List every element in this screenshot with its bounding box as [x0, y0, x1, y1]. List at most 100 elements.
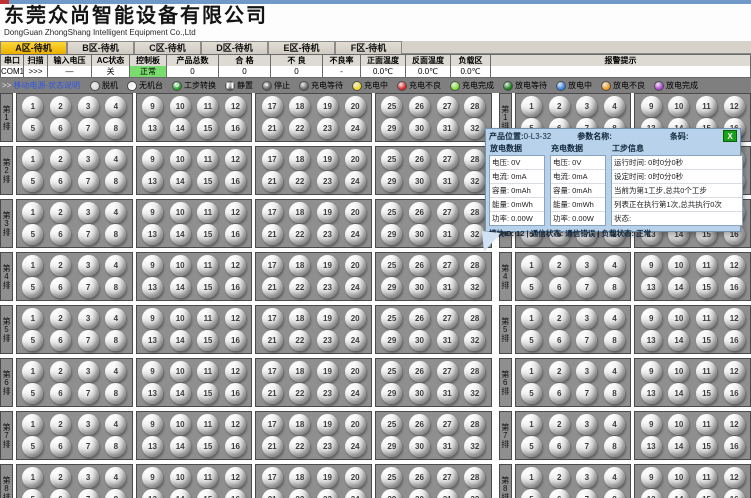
battery-slot[interactable]: 5	[22, 224, 43, 245]
battery-slot[interactable]: 28	[464, 96, 485, 117]
battery-slot[interactable]: 8	[105, 436, 126, 457]
battery-slot[interactable]: 1	[521, 255, 542, 276]
battery-slot[interactable]: 23	[317, 224, 338, 245]
battery-slot[interactable]: 3	[576, 361, 597, 382]
battery-slot[interactable]: 25	[381, 308, 402, 329]
battery-slot[interactable]: 12	[225, 96, 246, 117]
battery-slot[interactable]: 25	[381, 361, 402, 382]
battery-slot[interactable]: 3	[576, 255, 597, 276]
battery-slot[interactable]: 12	[225, 467, 246, 488]
battery-slot[interactable]: 23	[317, 436, 338, 457]
battery-slot[interactable]: 25	[381, 149, 402, 170]
battery-slot[interactable]: 20	[345, 149, 366, 170]
battery-slot[interactable]: 32	[464, 330, 485, 351]
battery-slot[interactable]: 9	[641, 255, 662, 276]
battery-slot[interactable]: 11	[696, 414, 717, 435]
battery-slot[interactable]: 31	[437, 436, 458, 457]
battery-slot[interactable]: 8	[604, 383, 625, 404]
battery-slot[interactable]: 9	[142, 202, 163, 223]
battery-slot[interactable]: 11	[197, 202, 218, 223]
battery-slot[interactable]: 7	[576, 489, 597, 498]
battery-slot[interactable]: 18	[289, 202, 310, 223]
battery-slot[interactable]: 19	[317, 255, 338, 276]
battery-slot[interactable]: 6	[50, 171, 71, 192]
battery-slot[interactable]: 30	[409, 383, 430, 404]
battery-slot[interactable]: 31	[437, 171, 458, 192]
battery-slot[interactable]: 1	[521, 96, 542, 117]
battery-slot[interactable]: 30	[409, 436, 430, 457]
battery-slot[interactable]: 31	[437, 330, 458, 351]
battery-slot[interactable]: 3	[78, 96, 99, 117]
battery-slot[interactable]: 21	[262, 224, 283, 245]
battery-slot[interactable]: 3	[576, 308, 597, 329]
battery-slot[interactable]: 4	[604, 361, 625, 382]
battery-slot[interactable]: 5	[521, 436, 542, 457]
battery-slot[interactable]: 14	[170, 118, 191, 139]
battery-slot[interactable]: 17	[262, 467, 283, 488]
battery-slot[interactable]: 13	[641, 277, 662, 298]
battery-slot[interactable]: 3	[78, 361, 99, 382]
battery-slot[interactable]: 8	[105, 383, 126, 404]
battery-slot[interactable]: 2	[50, 96, 71, 117]
battery-slot[interactable]: 29	[381, 436, 402, 457]
battery-slot[interactable]: 16	[225, 118, 246, 139]
battery-slot[interactable]: 1	[22, 361, 43, 382]
battery-slot[interactable]: 1	[521, 361, 542, 382]
battery-slot[interactable]: 4	[105, 255, 126, 276]
battery-slot[interactable]: 3	[78, 255, 99, 276]
battery-slot[interactable]: 1	[22, 96, 43, 117]
battery-slot[interactable]: 16	[225, 224, 246, 245]
battery-slot[interactable]: 4	[604, 414, 625, 435]
battery-slot[interactable]: 6	[50, 489, 71, 498]
battery-slot[interactable]: 30	[409, 118, 430, 139]
battery-slot[interactable]: 9	[142, 96, 163, 117]
battery-slot[interactable]: 19	[317, 149, 338, 170]
battery-slot[interactable]: 20	[345, 361, 366, 382]
battery-slot[interactable]: 20	[345, 255, 366, 276]
battery-slot[interactable]: 26	[409, 467, 430, 488]
battery-slot[interactable]: 5	[22, 489, 43, 498]
battery-slot[interactable]: 3	[78, 414, 99, 435]
battery-slot[interactable]: 7	[78, 436, 99, 457]
battery-slot[interactable]: 11	[197, 149, 218, 170]
battery-slot[interactable]: 6	[50, 277, 71, 298]
battery-slot[interactable]: 27	[437, 361, 458, 382]
battery-slot[interactable]: 24	[345, 171, 366, 192]
battery-slot[interactable]: 1	[22, 414, 43, 435]
battery-slot[interactable]: 10	[170, 361, 191, 382]
battery-slot[interactable]: 1	[22, 149, 43, 170]
tab-zone-E[interactable]: E区-待机	[268, 41, 335, 54]
tab-zone-F[interactable]: F区-待机	[335, 41, 402, 54]
battery-slot[interactable]: 9	[641, 308, 662, 329]
battery-slot[interactable]: 3	[78, 467, 99, 488]
battery-slot[interactable]: 16	[724, 277, 745, 298]
battery-slot[interactable]: 4	[105, 414, 126, 435]
battery-slot[interactable]: 13	[641, 436, 662, 457]
battery-slot[interactable]: 21	[262, 171, 283, 192]
battery-slot[interactable]: 27	[437, 308, 458, 329]
battery-slot[interactable]: 21	[262, 489, 283, 498]
battery-slot[interactable]: 13	[142, 118, 163, 139]
battery-slot[interactable]: 8	[105, 224, 126, 245]
tab-zone-A[interactable]: A区-待机	[0, 41, 67, 54]
battery-slot[interactable]: 12	[724, 96, 745, 117]
battery-slot[interactable]: 9	[142, 308, 163, 329]
battery-slot[interactable]: 15	[696, 277, 717, 298]
battery-slot[interactable]: 16	[724, 330, 745, 351]
battery-slot[interactable]: 11	[696, 308, 717, 329]
battery-slot[interactable]: 1	[521, 467, 542, 488]
battery-slot[interactable]: 15	[197, 330, 218, 351]
battery-slot[interactable]: 22	[289, 118, 310, 139]
battery-slot[interactable]: 30	[409, 224, 430, 245]
battery-slot[interactable]: 4	[105, 467, 126, 488]
battery-slot[interactable]: 5	[521, 277, 542, 298]
battery-slot[interactable]: 6	[549, 330, 570, 351]
battery-slot[interactable]: 30	[409, 330, 430, 351]
battery-slot[interactable]: 19	[317, 202, 338, 223]
battery-slot[interactable]: 11	[197, 467, 218, 488]
battery-slot[interactable]: 15	[696, 489, 717, 498]
battery-slot[interactable]: 20	[345, 308, 366, 329]
battery-slot[interactable]: 6	[549, 277, 570, 298]
battery-slot[interactable]: 10	[668, 255, 689, 276]
battery-slot[interactable]: 7	[576, 277, 597, 298]
